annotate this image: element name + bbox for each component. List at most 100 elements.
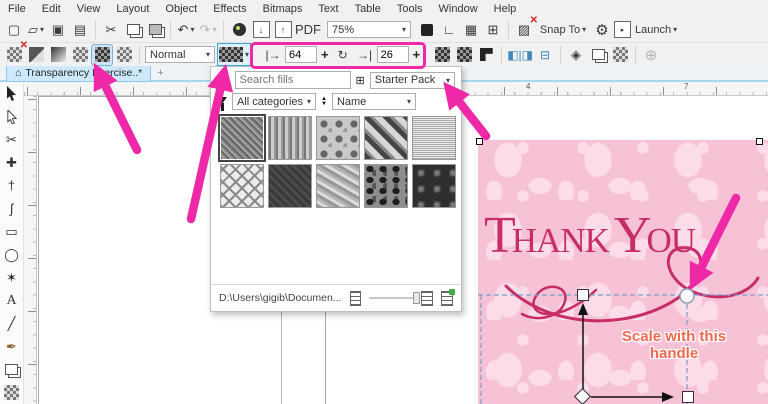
menu-text[interactable]: Text	[310, 2, 346, 16]
sort-direction-icon[interactable]: ▲▼	[321, 97, 327, 107]
pick-tool[interactable]	[1, 82, 23, 105]
vertical-ruler[interactable]	[24, 96, 37, 404]
copy-button[interactable]	[123, 20, 143, 40]
menu-edit[interactable]: Edit	[34, 2, 69, 16]
fill-swatch-dot-clusters[interactable]	[316, 116, 360, 160]
menu-table[interactable]: Table	[347, 2, 389, 16]
pan-tool[interactable]: ✚	[1, 151, 23, 174]
scale-circle-handle[interactable]	[680, 289, 694, 303]
fullscreen-preview-button[interactable]	[417, 20, 437, 40]
foreground-checker-button[interactable]	[432, 45, 452, 65]
browse-fills-icon[interactable]	[421, 291, 433, 306]
options-button[interactable]: ⚙	[592, 20, 612, 40]
vector-pattern-transparency-button[interactable]	[70, 45, 90, 65]
fill-swatch-dark-weave[interactable]	[268, 164, 312, 208]
menu-bitmaps[interactable]: Bitmaps	[255, 2, 311, 16]
selection-handle-top-right[interactable]	[756, 138, 763, 145]
pack-selector-combo[interactable]: Starter Pack ▾	[370, 72, 455, 89]
menu-object[interactable]: Object	[157, 2, 205, 16]
menu-layout[interactable]: Layout	[108, 2, 157, 16]
fill-swatch-vertical-mottle[interactable]	[268, 116, 312, 160]
menu-tools[interactable]: Tools	[389, 2, 431, 16]
fill-swatch-light-mottle[interactable]	[316, 164, 360, 208]
export-button[interactable]: ↑	[273, 20, 293, 40]
edit-transparency-button[interactable]	[476, 45, 496, 65]
rectangle-tool[interactable]: ▭	[1, 220, 23, 243]
import-button[interactable]: ↓	[251, 20, 271, 40]
sort-combo[interactable]: Name ▾	[332, 93, 416, 110]
dimension-tool[interactable]: †	[1, 174, 23, 197]
menu-file[interactable]: File	[0, 2, 34, 16]
snapping-off-button[interactable]: ▨✕	[514, 20, 534, 40]
ellipse-tool[interactable]: ◯	[1, 243, 23, 266]
new-tab-button[interactable]: +	[157, 67, 163, 79]
search-fills-input[interactable]	[235, 71, 351, 89]
background-checker-button[interactable]	[454, 45, 474, 65]
undo-button[interactable]: ↶▾	[176, 20, 196, 40]
freehand-tool[interactable]: ∫	[1, 197, 23, 220]
text-tool[interactable]: A	[1, 289, 23, 312]
new-document-button[interactable]: ▢	[4, 20, 24, 40]
fill-swatch-noise-speckle[interactable]	[220, 116, 264, 160]
transparency-tool[interactable]	[1, 381, 23, 404]
add-fill-icon[interactable]	[441, 291, 453, 306]
zoom-level-combo[interactable]: 75% ▾	[327, 21, 411, 38]
snap-to-dropdown[interactable]: Snap To ▾	[536, 20, 590, 40]
copy-transparency-button[interactable]	[588, 45, 608, 65]
fg-stepper[interactable]: +	[319, 47, 331, 62]
show-grid-button[interactable]: ▦	[461, 20, 481, 40]
redo-button[interactable]: ↷▾	[198, 20, 218, 40]
bitmap-pattern-transparency-button[interactable]	[92, 45, 112, 65]
apply-transparency-button[interactable]	[610, 45, 630, 65]
bg-stepper[interactable]: +	[411, 47, 423, 62]
document-tab[interactable]: ⌂ Transparency Exercise..*	[6, 65, 151, 82]
cut-button[interactable]: ✂	[101, 20, 121, 40]
interactive-fill-tool[interactable]	[1, 358, 23, 381]
pen-tool[interactable]: ✒	[1, 335, 23, 358]
fill-swatch-diagonal-stripes[interactable]	[364, 116, 408, 160]
filter-funnel-icon[interactable]	[217, 97, 227, 104]
thumbnail-size-slider[interactable]	[369, 292, 413, 304]
menu-window[interactable]: Window	[431, 2, 486, 16]
fill-swatch-bump-circles[interactable]	[412, 164, 456, 208]
menu-effects[interactable]: Effects	[205, 2, 254, 16]
fill-swatch-dark-camo[interactable]	[364, 164, 408, 208]
show-rulers-button[interactable]: ∟	[439, 20, 459, 40]
thank-you-card[interactable]: THANKYOU Scale with this handle	[478, 140, 768, 404]
show-guidelines-button[interactable]: ⊞	[483, 20, 503, 40]
right-square-handle[interactable]	[683, 392, 694, 403]
publish-pdf-button[interactable]: PDF	[295, 20, 321, 40]
no-transparency-button[interactable]: ✕	[4, 45, 24, 65]
fill-swatch-diamond-lattice[interactable]	[220, 164, 264, 208]
selection-handle-top-left[interactable]	[476, 138, 483, 145]
browse-tree-icon[interactable]: ⊞	[356, 74, 365, 87]
shape-tool[interactable]	[1, 105, 23, 128]
paste-button[interactable]	[145, 20, 165, 40]
two-color-pattern-transparency-button[interactable]	[114, 45, 134, 65]
merge-mode-combo[interactable]: Normal ▾	[145, 46, 215, 63]
transparency-target-button[interactable]: ◈	[566, 45, 586, 65]
foreground-transparency-field[interactable]	[285, 46, 317, 63]
launch-dropdown[interactable]: ▸ Launch ▾	[614, 20, 677, 40]
print-button[interactable]: ▤	[70, 20, 90, 40]
fill-swatch-fine-static[interactable]	[412, 116, 456, 160]
crop-tool[interactable]: ✂	[1, 128, 23, 151]
uniform-transparency-button[interactable]	[26, 45, 46, 65]
menu-help[interactable]: Help	[486, 2, 525, 16]
fountain-transparency-button[interactable]	[48, 45, 68, 65]
polygon-tool[interactable]: ✶	[1, 266, 23, 289]
top-square-handle[interactable]	[578, 290, 589, 301]
search-content-button[interactable]	[229, 20, 249, 40]
menu-view[interactable]: View	[69, 2, 109, 16]
transparency-picker-button[interactable]: ▾	[217, 43, 251, 66]
background-transparency-field[interactable]	[377, 46, 409, 63]
open-button[interactable]: ▱▾	[26, 20, 46, 40]
line-tool[interactable]: ╱	[1, 312, 23, 335]
slider-thumb[interactable]	[413, 292, 420, 304]
save-button[interactable]: ▣	[48, 20, 68, 40]
mirror-horizontal-button[interactable]: ◧|◨	[507, 45, 533, 65]
mirror-vertical-button[interactable]: ⊟	[535, 45, 555, 65]
thumbnail-view-icon[interactable]	[350, 291, 362, 306]
origin-diamond-handle[interactable]	[575, 389, 591, 404]
invert-transparency-icon[interactable]: ↻	[333, 45, 353, 65]
